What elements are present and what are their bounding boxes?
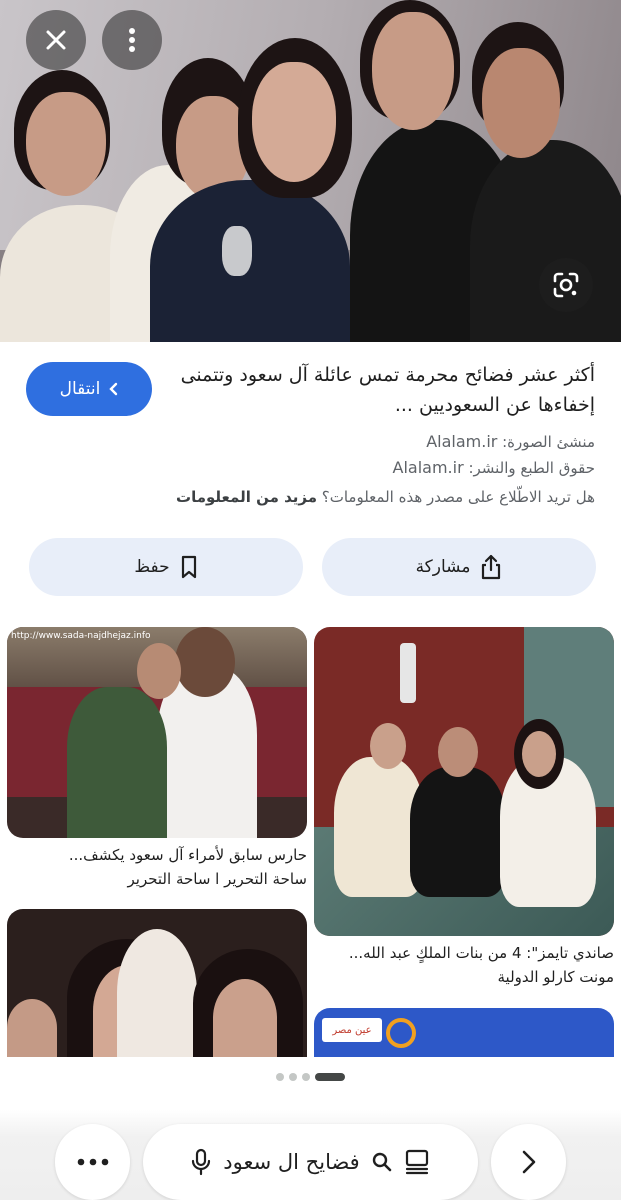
- related-image[interactable]: [314, 627, 614, 936]
- tabs-icon[interactable]: [404, 1148, 430, 1176]
- search-query[interactable]: فضايح ال سعود: [223, 1150, 359, 1174]
- page-dot-active: [315, 1073, 345, 1081]
- image-creator: منشئ الصورة: Alalam.ir: [426, 432, 595, 451]
- chevron-left-icon: [109, 382, 118, 396]
- related-caption[interactable]: صاندي تايمز": 4 من بنات الملكٍ عبد الله.…: [314, 944, 614, 986]
- forward-button[interactable]: [491, 1124, 566, 1200]
- search-icon: [372, 1152, 392, 1172]
- related-caption[interactable]: حارس سابق لأمراء آل سعود يكشف... ساحة ال…: [7, 846, 307, 888]
- copyright-value: Alalam.ir: [392, 458, 464, 477]
- watermark: عين مصر: [322, 1018, 382, 1042]
- more-question: هل تريد الاطّلاع على مصدر هذه المعلومات؟: [321, 488, 595, 506]
- page-dot: [302, 1073, 310, 1081]
- hero-image: [0, 0, 621, 342]
- creator-value: Alalam.ir: [426, 432, 498, 451]
- page-dot: [289, 1073, 297, 1081]
- related-title: حارس سابق لأمراء آل سعود يكشف...: [68, 846, 307, 864]
- related-image[interactable]: عين مصر: [314, 1008, 614, 1057]
- related-image[interactable]: [7, 909, 307, 1057]
- page-dot: [276, 1073, 284, 1081]
- related-source: ساحة التحرير ا ساحة التحرير: [127, 870, 308, 888]
- result-title[interactable]: أكثر عشر فضائح محرمة تمس عائلة آل سعود و…: [175, 360, 595, 420]
- image-copyright: حقوق الطبع والنشر: Alalam.ir: [393, 458, 595, 477]
- page-indicator: [0, 1073, 621, 1081]
- close-button[interactable]: [26, 10, 86, 70]
- visit-label: انتقال: [59, 379, 101, 399]
- chevron-right-icon: [522, 1150, 535, 1174]
- share-icon: [482, 554, 501, 580]
- related-source: مونت كارلو الدولية: [497, 968, 615, 986]
- mic-icon[interactable]: [191, 1148, 211, 1176]
- menu-button[interactable]: [55, 1124, 130, 1200]
- more-options-button[interactable]: [102, 10, 162, 70]
- save-button[interactable]: حفظ: [29, 538, 303, 596]
- visit-button[interactable]: انتقال: [26, 362, 152, 416]
- more-horizontal-icon: [77, 1158, 108, 1166]
- share-button[interactable]: مشاركة: [322, 538, 596, 596]
- more-vertical-icon: [129, 28, 135, 52]
- more-info: هل تريد الاطّلاع على مصدر هذه المعلومات؟…: [176, 488, 595, 506]
- creator-label: منشئ الصورة:: [502, 433, 595, 451]
- copyright-label: حقوق الطبع والنشر:: [468, 459, 595, 477]
- bookmark-icon: [181, 555, 196, 579]
- google-lens-icon: [553, 272, 579, 298]
- share-label: مشاركة: [415, 557, 471, 577]
- lens-button[interactable]: [539, 258, 593, 312]
- search-bar[interactable]: فضايح ال سعود: [143, 1124, 478, 1200]
- close-icon: [46, 30, 66, 50]
- related-title: صاندي تايمز": 4 من بنات الملكٍ عبد الله.…: [348, 944, 614, 962]
- related-image[interactable]: http://www.sada-najdhejaz.info: [7, 627, 307, 838]
- watermark: http://www.sada-najdhejaz.info: [11, 631, 151, 641]
- save-label: حفظ: [134, 557, 170, 577]
- more-info-link[interactable]: مزيد من المعلومات: [176, 488, 317, 506]
